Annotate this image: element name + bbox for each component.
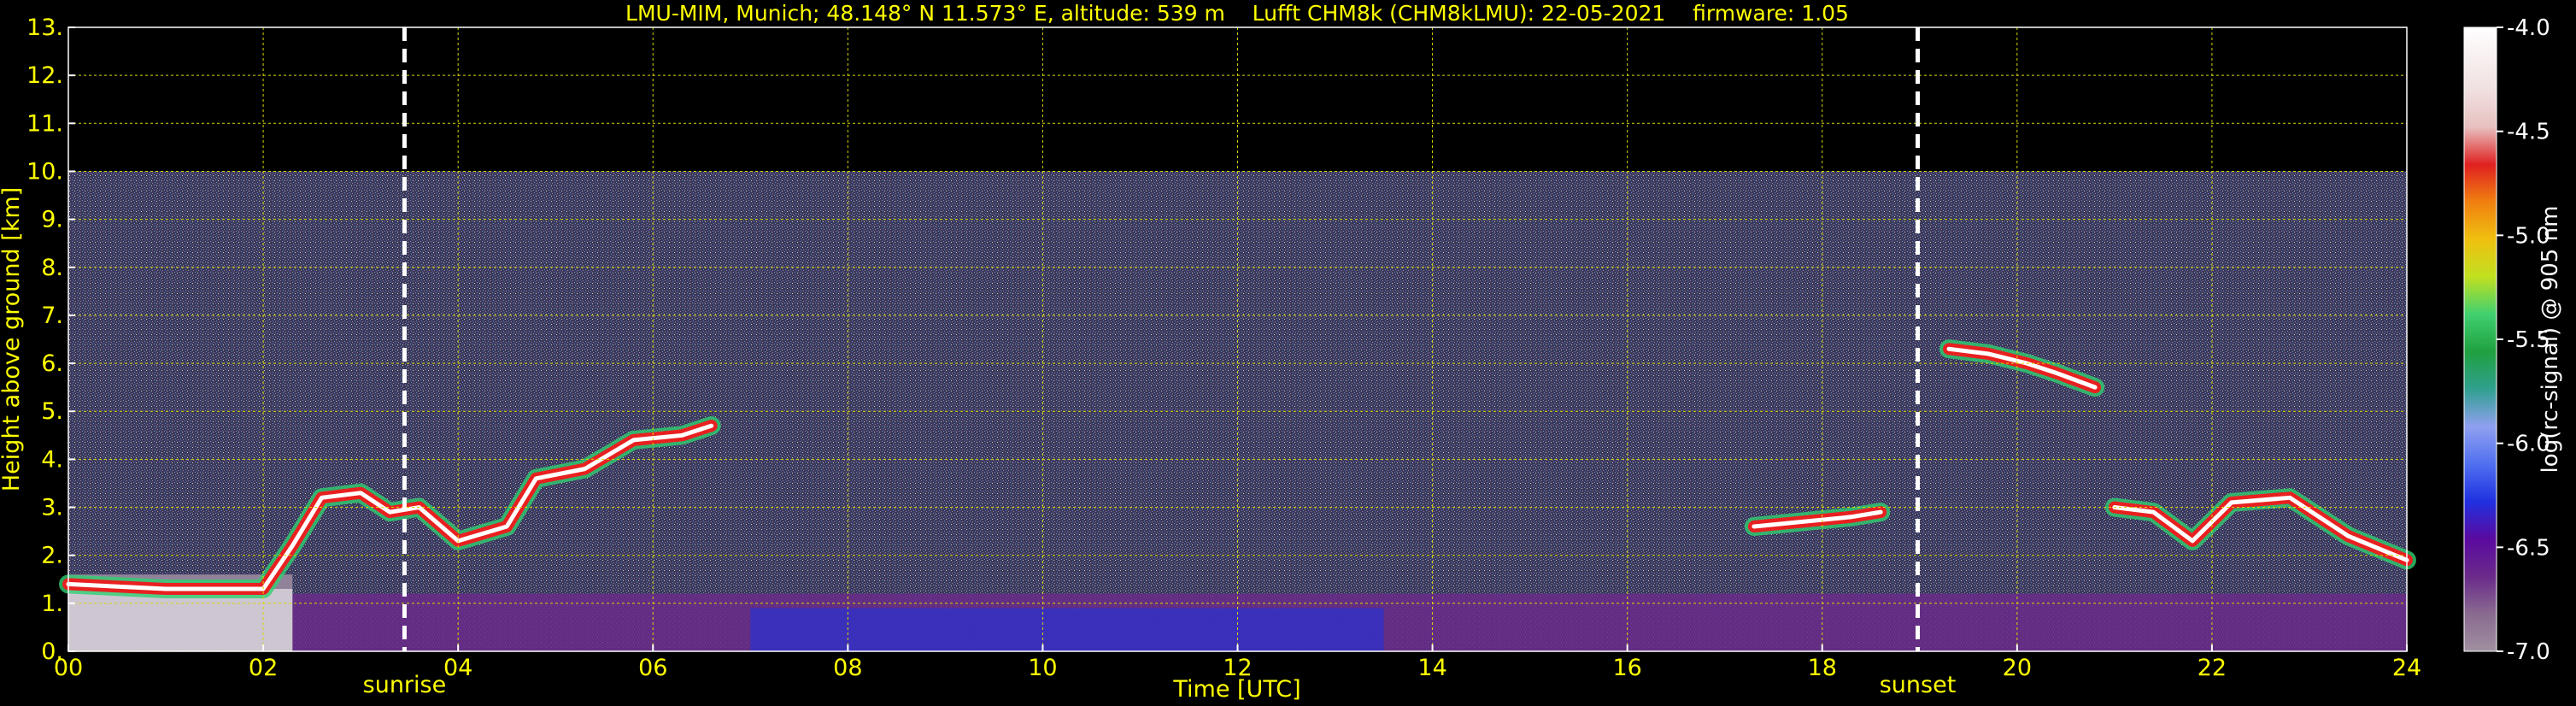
x-tick-label: 08 [833, 655, 862, 681]
y-tick-label: 3. [41, 495, 63, 521]
y-tick-label: 10. [26, 158, 63, 185]
aerosol-layer-blue [750, 608, 1384, 651]
y-tick-label: 9. [41, 207, 63, 233]
x-tick-label: 20 [2003, 655, 2032, 681]
y-tick-label: 11. [26, 110, 63, 137]
y-tick-label: 5. [41, 398, 63, 425]
colorbar-tick-label: -4.5 [2507, 120, 2550, 145]
y-tick-label: 1. [41, 591, 63, 617]
y-tick-label: 0. [41, 638, 63, 665]
x-tick-label: 06 [638, 655, 667, 681]
y-axis-label: Height above ground [km] [0, 187, 25, 491]
y-tick-label: 6. [41, 350, 63, 377]
x-tick-label: 22 [2198, 655, 2227, 681]
x-tick-label: 04 [443, 655, 472, 681]
x-tick-label: 18 [1808, 655, 1837, 681]
colorbar-tick-label: -4.0 [2507, 15, 2550, 41]
chart-title: LMU-MIM, Munich; 48.148° N 11.573° E, al… [625, 1, 1849, 26]
y-tick-label: 2. [41, 543, 63, 569]
colorbar-tick-label: -6.5 [2507, 535, 2550, 561]
ceilometer-chart: sunrise sunset 00 02 04 06 08 10 12 14 16 18 20 22 24… [0, 1, 2563, 703]
x-axis-label: Time [UTC] [1172, 676, 1300, 703]
x-tick-label: 10 [1028, 655, 1057, 681]
x-tick-label: 24 [2392, 655, 2421, 681]
colorbar-label: log(rc-signal) @ 905 nm [2538, 206, 2563, 474]
y-tick-label: 8. [41, 255, 63, 281]
x-tick-label: 16 [1612, 655, 1641, 681]
y-tick-label: 13. [26, 15, 63, 41]
y-tick-label: 4. [41, 446, 63, 473]
sun-event-label: sunset [1880, 672, 1957, 698]
y-tick-label: 7. [41, 303, 63, 329]
x-tick-label: 14 [1417, 655, 1446, 681]
x-tick-label: 02 [249, 655, 278, 681]
colorbar-tick-label: -7.0 [2507, 639, 2550, 665]
colorbar [2463, 26, 2497, 652]
y-tick-label: 12. [26, 62, 63, 89]
sun-event-label: sunrise [363, 672, 447, 698]
